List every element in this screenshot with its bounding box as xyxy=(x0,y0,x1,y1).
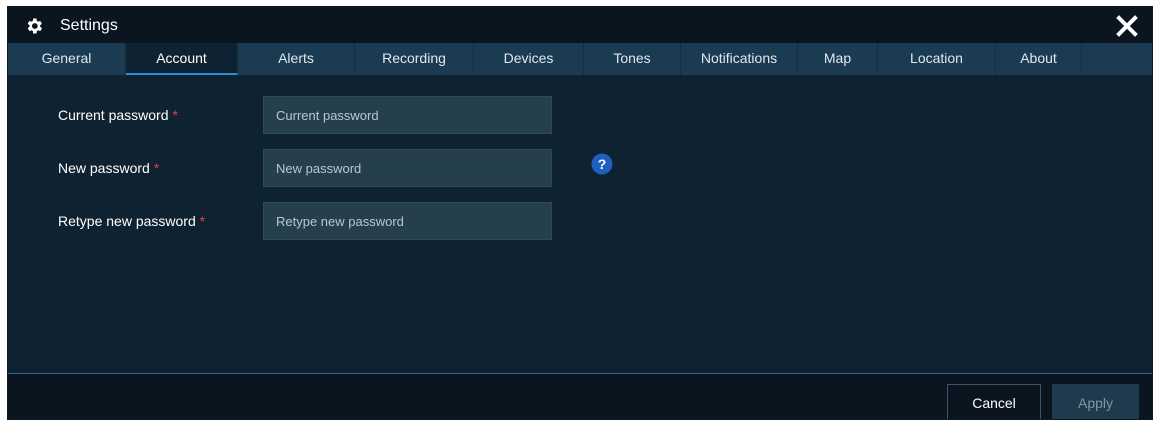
tab-recording[interactable]: Recording xyxy=(355,43,474,75)
settings-window: Settings General Account Alerts Recordin… xyxy=(7,6,1153,420)
required-marker: * xyxy=(172,107,178,123)
footer-bar: Cancel Apply xyxy=(8,373,1152,419)
settings-tabs: General Account Alerts Recording Devices… xyxy=(8,43,1152,75)
apply-button[interactable]: Apply xyxy=(1052,384,1139,419)
tab-devices[interactable]: Devices xyxy=(474,43,584,75)
gear-icon xyxy=(27,18,42,34)
tab-general[interactable]: General xyxy=(8,43,126,75)
new-password-input[interactable] xyxy=(263,149,552,187)
tab-account[interactable]: Account xyxy=(126,43,238,75)
window-title: Settings xyxy=(60,17,118,34)
account-form: Current password * New password * ? Retype… xyxy=(8,75,1152,365)
title-bar: Settings xyxy=(8,7,1152,43)
tab-map[interactable]: Map xyxy=(798,43,878,75)
question-circle-icon[interactable]: ? xyxy=(591,153,613,175)
close-icon[interactable] xyxy=(1114,13,1140,39)
svg-text:?: ? xyxy=(598,156,607,172)
required-marker: * xyxy=(199,213,206,229)
tab-notifications[interactable]: Notifications xyxy=(681,43,798,75)
cancel-button[interactable]: Cancel xyxy=(947,384,1041,419)
new-password-label: New password * xyxy=(58,160,160,176)
current-password-input[interactable] xyxy=(263,96,552,134)
tab-tones[interactable]: Tones xyxy=(584,43,681,75)
tab-location[interactable]: Location xyxy=(878,43,996,75)
tab-about[interactable]: About xyxy=(996,43,1082,75)
required-marker: * xyxy=(153,160,160,176)
retype-password-label: Retype new password * xyxy=(58,213,206,229)
tab-alerts[interactable]: Alerts xyxy=(238,43,355,75)
retype-password-input[interactable] xyxy=(263,202,552,240)
current-password-label: Current password * xyxy=(58,107,178,123)
